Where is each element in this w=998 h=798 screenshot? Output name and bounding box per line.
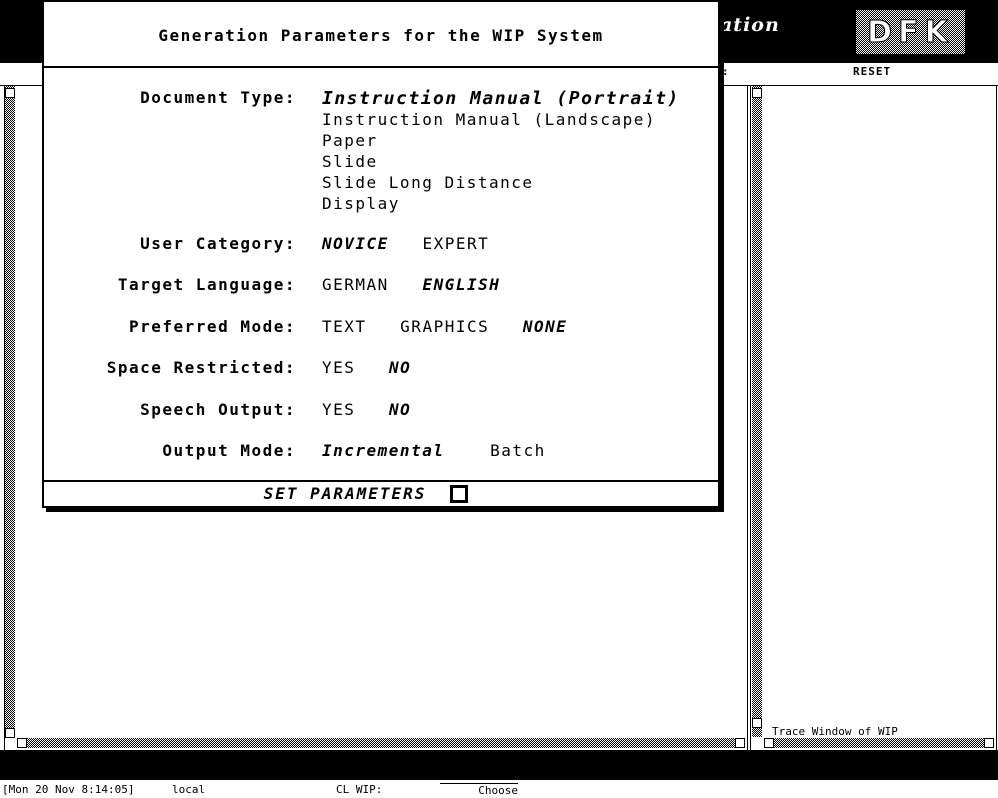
document-type-option-paper[interactable]: Paper <box>322 130 680 151</box>
preferred-mode-option-text[interactable]: TEXT <box>322 317 367 336</box>
lower-bar <box>0 750 998 780</box>
column-header-fragment: : <box>722 65 729 78</box>
status-mode-label: Choose <box>478 784 518 797</box>
space-restricted-row: Space Restricted: YES NO <box>68 358 435 377</box>
user-category-row: User Category: NOVICE EXPERT <box>68 234 513 253</box>
trace-pane <box>750 85 997 751</box>
target-language-option-german[interactable]: GERMAN <box>322 275 389 294</box>
output-mode-label: Output Mode: <box>162 441 296 460</box>
trace-pane-vscrollbar[interactable] <box>752 86 762 737</box>
trace-pane-vscroll-handle[interactable] <box>752 88 762 98</box>
dialog-title-divider <box>44 66 718 68</box>
trace-pane-hscroll-handle-left[interactable] <box>764 738 774 748</box>
target-language-label: Target Language: <box>117 275 296 294</box>
output-mode-option-incremental[interactable]: Incremental <box>322 441 444 460</box>
space-restricted-option-no[interactable]: NO <box>389 358 411 377</box>
speech-output-options: YES NO <box>322 400 435 419</box>
main-pane-hscroll-handle-right[interactable] <box>735 738 745 748</box>
dfk-logo: DFK <box>856 10 965 54</box>
dialog-title: Generation Parameters for the WIP System <box>158 26 604 45</box>
speech-output-option-yes[interactable]: YES <box>322 400 355 419</box>
preferred-mode-option-graphics[interactable]: GRAPHICS <box>400 317 489 336</box>
output-mode-row: Output Mode: Incremental Batch <box>68 441 570 460</box>
dialog-footer-divider <box>44 480 718 482</box>
trace-pane-vscroll-handle-bottom[interactable] <box>752 718 762 728</box>
target-language-option-english[interactable]: ENGLISH <box>422 275 500 294</box>
document-type-option-manual-landscape[interactable]: Instruction Manual (Landscape) <box>322 109 680 130</box>
trace-pane-hscrollbar[interactable] <box>770 738 992 748</box>
user-category-option-novice[interactable]: NOVICE <box>322 234 389 253</box>
main-pane-hscrollbar[interactable] <box>20 738 744 748</box>
document-type-label: Document Type: <box>140 88 296 107</box>
document-type-option-display[interactable]: Display <box>322 193 680 214</box>
status-mode: Choose <box>440 783 518 797</box>
speech-output-row: Speech Output: YES NO <box>68 400 435 419</box>
set-parameters-checkbox[interactable] <box>450 484 469 503</box>
main-pane-vscroll-handle[interactable] <box>5 88 15 98</box>
status-package: CL WIP: <box>336 783 383 796</box>
main-pane-vscrollbar[interactable] <box>5 86 15 737</box>
output-mode-options: Incremental Batch <box>322 441 570 460</box>
user-category-options: NOVICE EXPERT <box>322 234 513 253</box>
preferred-mode-label: Preferred Mode: <box>129 317 296 336</box>
preferred-mode-row: Preferred Mode: TEXT GRAPHICS NONE <box>68 317 591 336</box>
speech-output-option-no[interactable]: NO <box>389 400 411 419</box>
output-mode-option-batch[interactable]: Batch <box>490 441 546 460</box>
document-type-option-manual-portrait[interactable]: Instruction Manual (Portrait) <box>322 88 680 109</box>
document-type-row: Document Type: Instruction Manual (Portr… <box>68 88 680 214</box>
space-restricted-options: YES NO <box>322 358 435 377</box>
dfk-logo-text: DFK <box>867 14 954 50</box>
document-type-option-slide-long-distance[interactable]: Slide Long Distance <box>322 172 680 193</box>
generation-parameters-dialog: Generation Parameters for the WIP System… <box>42 0 720 508</box>
status-datetime: [Mon 20 Nov 8:14:05] <box>2 783 135 796</box>
reset-button[interactable]: RESET <box>853 65 891 78</box>
space-restricted-option-yes[interactable]: YES <box>322 358 355 377</box>
preferred-mode-options: TEXT GRAPHICS NONE <box>322 317 591 336</box>
target-language-options: GERMAN ENGLISH <box>322 275 524 294</box>
main-pane-vscroll-handle-bottom[interactable] <box>5 728 15 738</box>
set-parameters-button[interactable]: SET PARAMETERS <box>44 484 718 503</box>
set-parameters-label: SET PARAMETERS <box>263 484 427 503</box>
trace-window-label: Trace Window of WIP <box>772 725 898 738</box>
main-pane-hscroll-handle-left[interactable] <box>17 738 27 748</box>
document-type-options: Instruction Manual (Portrait) Instructio… <box>322 88 680 214</box>
header-title-fragment: ation <box>720 14 780 36</box>
document-type-option-slide[interactable]: Slide <box>322 151 680 172</box>
user-category-label: User Category: <box>140 234 296 253</box>
speech-output-label: Speech Output: <box>140 400 296 419</box>
user-category-option-expert[interactable]: EXPERT <box>422 234 489 253</box>
status-host: local <box>172 783 206 796</box>
trace-pane-hscroll-handle-right[interactable] <box>984 738 994 748</box>
preferred-mode-option-none[interactable]: NONE <box>523 317 568 336</box>
target-language-row: Target Language: GERMAN ENGLISH <box>68 275 524 294</box>
space-restricted-label: Space Restricted: <box>106 358 296 377</box>
